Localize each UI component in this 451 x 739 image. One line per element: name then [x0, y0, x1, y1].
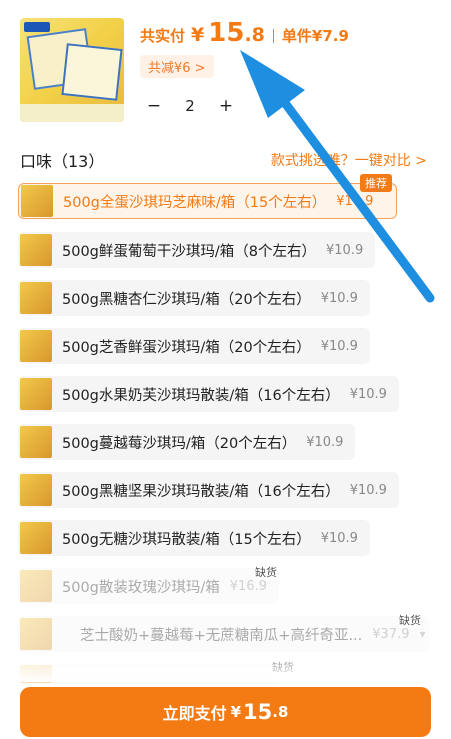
option-thumbnail: [20, 522, 52, 554]
option-item[interactable]: 500g芝香鲜蛋沙琪玛/箱（20个左右） ¥10.9: [18, 328, 370, 364]
option-item[interactable]: 500g无糖沙琪玛散装/箱（15个左右） ¥10.9: [18, 520, 370, 556]
chevron-down-icon[interactable]: ▾: [420, 627, 426, 641]
option-item-out-of-stock[interactable]: 芝士酸奶+蔓越莓+无蔗糖南瓜+高纤奇亚... ¥37.9 ▾: [18, 616, 429, 652]
increase-button[interactable]: +: [212, 92, 240, 120]
scroll-fade: [0, 652, 451, 682]
pay-amount-decimal: .8: [272, 703, 289, 721]
option-price: ¥10.9: [306, 434, 344, 450]
option-price: ¥10.9: [349, 386, 387, 402]
option-thumbnail: [20, 426, 52, 458]
option-item[interactable]: 500g鲜蛋葡萄干沙琪玛/箱（8个左右） ¥10.9: [18, 232, 376, 268]
option-thumbnail: [20, 570, 52, 602]
option-name: 500g鲜蛋葡萄干沙琪玛/箱（8个左右）: [62, 243, 316, 260]
option-price: ¥10.9: [320, 338, 358, 354]
option-item[interactable]: 500g蔓越莓沙琪玛/箱（20个左右） ¥10.9: [18, 424, 356, 460]
option-item-out-of-stock[interactable]: 500g散装玫瑰沙琪玛/箱 ¥16.9: [18, 568, 279, 604]
compare-link[interactable]: 款式挑选难？一键对比 >: [271, 150, 427, 170]
unit-price: 单件¥7.9: [281, 27, 349, 45]
option-price: ¥16.9: [229, 578, 267, 594]
decrease-button[interactable]: −: [140, 92, 168, 120]
option-price: ¥10.9: [320, 530, 358, 546]
option-name: 500g无糖沙琪玛散装/箱（15个左右）: [62, 531, 311, 548]
product-image: [20, 18, 124, 122]
option-name: 500g散装玫瑰沙琪玛/箱: [62, 579, 220, 596]
pay-label: 立即支付: [162, 704, 227, 723]
option-thumbnail: [20, 282, 52, 314]
pay-amount-integer: 15: [243, 700, 273, 724]
option-name: 500g黑糖杏仁沙琪玛/箱（20个左右）: [62, 291, 311, 308]
option-item[interactable]: 500g黑糖坚果沙琪玛散装/箱（16个左右） ¥10.9: [18, 472, 399, 508]
option-item[interactable]: 500g黑糖杏仁沙琪玛/箱（20个左右） ¥10.9: [18, 280, 370, 316]
option-item[interactable]: 500g水果奶芙沙琪玛散装/箱（16个左右） ¥10.9: [18, 376, 399, 412]
option-price: ¥10.9: [320, 290, 358, 306]
option-name: 500g黑糖坚果沙琪玛散装/箱（16个左右）: [62, 483, 340, 500]
option-name: 500g全蛋沙琪玛芝麻味/箱（15个左右）: [63, 194, 327, 211]
option-name: 500g蔓越莓沙琪玛/箱（20个左右）: [62, 435, 297, 452]
option-thumbnail: [20, 234, 52, 266]
flavor-section-title: 口味（13）: [20, 152, 105, 171]
total-price-label: 共实付: [140, 27, 186, 45]
product-pack-graphic: [61, 43, 123, 101]
option-price: ¥10.9: [336, 193, 374, 209]
option-thumbnail: [20, 378, 52, 410]
total-price-integer: 15: [208, 18, 245, 48]
out-of-stock-badge: 缺货: [399, 612, 421, 628]
option-item-selected[interactable]: 500g全蛋沙琪玛芝麻味/箱（15个左右） ¥10.9 推荐: [18, 174, 397, 219]
option-name: 500g芝香鲜蛋沙琪玛/箱（20个左右）: [62, 339, 311, 356]
quantity-value[interactable]: 2: [168, 97, 212, 115]
total-price-row: 共实付 ¥ 15 .8 单件¥7.9: [140, 18, 349, 54]
option-price: ¥10.9: [349, 482, 387, 498]
option-thumbnail: [21, 185, 53, 217]
price-divider: [272, 29, 274, 43]
out-of-stock-badge: 缺货: [255, 564, 277, 580]
option-thumbnail: [20, 618, 52, 650]
total-currency: ¥: [191, 24, 205, 46]
option-thumbnail: [20, 330, 52, 362]
option-thumbnail: [20, 474, 52, 506]
discount-tag[interactable]: 共减¥6 >: [140, 55, 214, 78]
option-price: ¥37.9: [372, 626, 410, 642]
option-name: 500g水果奶芙沙琪玛散装/箱（16个左右）: [62, 387, 340, 404]
total-price-decimal: .8: [244, 24, 265, 46]
pay-now-button[interactable]: 立即支付 ¥ 15 .8: [20, 687, 431, 737]
product-label-strip: [20, 104, 124, 122]
recommend-badge: 推荐: [360, 174, 392, 192]
quantity-stepper: − 2 +: [140, 92, 240, 120]
pay-currency: ¥: [230, 703, 242, 721]
brand-logo: [24, 22, 50, 32]
option-price: ¥10.9: [326, 242, 364, 258]
option-name: 芝士酸奶+蔓越莓+无蔗糖南瓜+高纤奇亚...: [80, 627, 363, 644]
